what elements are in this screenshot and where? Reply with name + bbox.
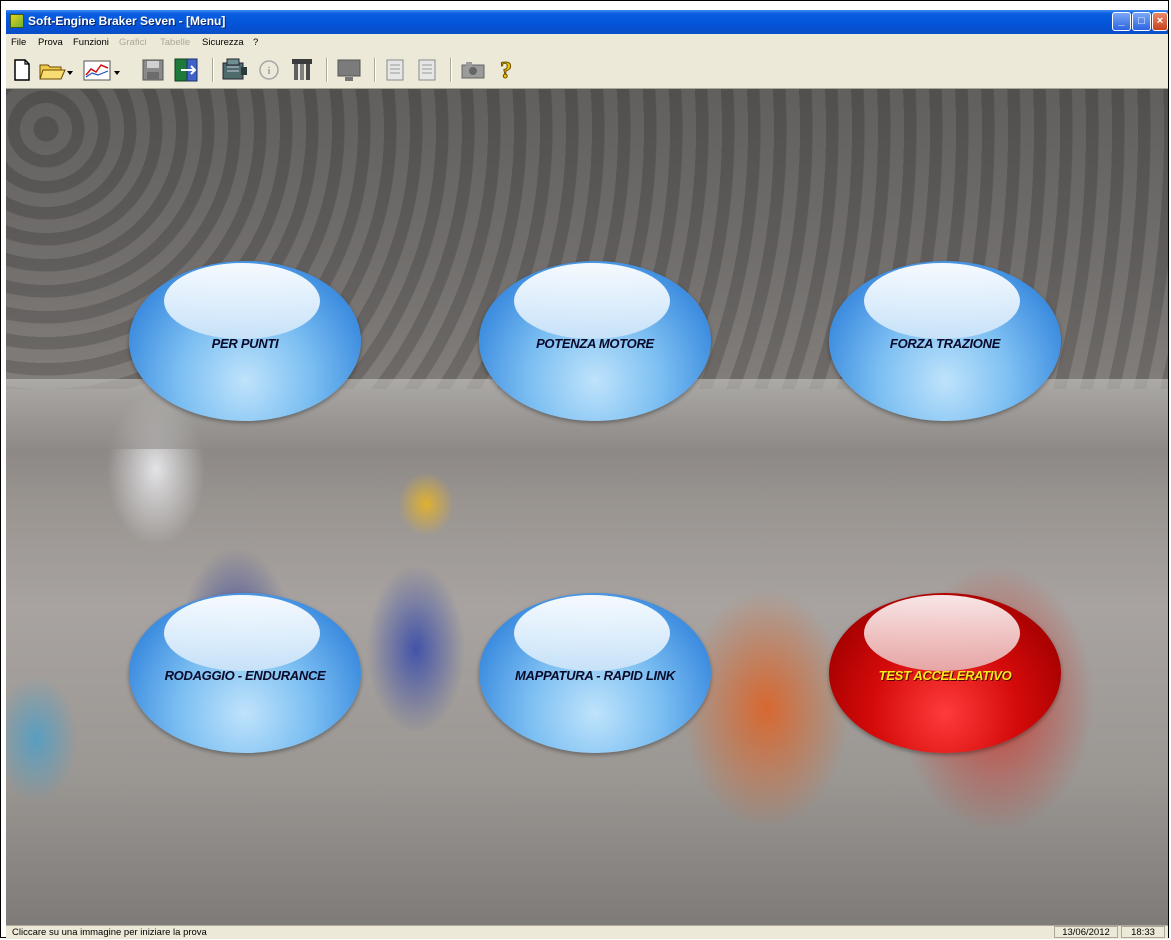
save-disk-icon[interactable] <box>140 57 166 83</box>
button-shine <box>514 595 670 671</box>
status-bar: Cliccare su una immagine per iniziare la… <box>6 925 1168 939</box>
potenza-motore-label: POTENZA MOTORE <box>536 335 654 351</box>
button-shine <box>514 263 670 339</box>
menu-file[interactable]: File <box>11 37 26 48</box>
svg-text:i: i <box>267 65 270 77</box>
button-shine <box>164 595 320 671</box>
menu-help[interactable]: ? <box>253 37 258 48</box>
per-punti-label: PER PUNTI <box>211 335 279 351</box>
status-time: 18:33 <box>1121 926 1165 938</box>
info-icon[interactable]: i <box>256 57 282 83</box>
test-accelerativo-label: TEST ACCELERATIVO <box>878 667 1012 683</box>
button-shine <box>864 595 1020 671</box>
camera-icon[interactable] <box>458 57 488 83</box>
button-shine <box>164 263 320 339</box>
monitor-icon[interactable] <box>334 57 364 83</box>
new-document-icon[interactable] <box>10 57 34 83</box>
svg-text:?: ? <box>500 58 512 83</box>
open-folder-icon[interactable] <box>38 57 74 83</box>
rodaggio-endurance-label: RODAGGIO - ENDURANCE <box>164 667 326 683</box>
menu-bar: File Prova Funzioni Grafici Tabelle Sicu… <box>6 34 1168 51</box>
test-accelerativo-button[interactable]: TEST ACCELERATIVO <box>829 593 1061 753</box>
mappatura-rapid-link-label: MAPPATURA - RAPID LINK <box>515 667 675 683</box>
status-message: Cliccare su una immagine per iniziare la… <box>12 927 207 938</box>
status-date: 13/06/2012 <box>1054 926 1118 938</box>
mappatura-rapid-link-button[interactable]: MAPPATURA - RAPID LINK <box>479 593 711 753</box>
menu-funzioni[interactable]: Funzioni <box>73 37 109 48</box>
maximize-button[interactable]: □ <box>1132 12 1151 31</box>
close-button[interactable]: × <box>1152 12 1168 31</box>
menu-sicurezza[interactable]: Sicurezza <box>202 37 244 48</box>
minimize-button[interactable]: _ <box>1112 12 1131 31</box>
menu-prova[interactable]: Prova <box>38 37 63 48</box>
menu-grafici: Grafici <box>119 37 147 48</box>
rodaggio-endurance-button[interactable]: RODAGGIO - ENDURANCE <box>129 593 361 753</box>
per-punti-button[interactable]: PER PUNTI <box>129 261 361 421</box>
title-bar[interactable]: Soft-Engine Braker Seven - [Menu] _ □ × <box>6 10 1168 34</box>
button-shine <box>864 263 1020 339</box>
toolbar: i ? <box>6 51 1168 89</box>
exit-icon[interactable] <box>172 57 202 83</box>
forza-trazione-button[interactable]: FORZA TRAZIONE <box>829 261 1061 421</box>
report2-icon[interactable] <box>414 57 440 83</box>
settings-icon[interactable] <box>288 57 316 83</box>
report-icon[interactable] <box>382 57 408 83</box>
graph-icon[interactable] <box>82 57 122 83</box>
engine-icon[interactable] <box>220 57 250 83</box>
background-photo: PER PUNTI POTENZA MOTORE FORZA TRAZIONE … <box>6 89 1168 925</box>
potenza-motore-button[interactable]: POTENZA MOTORE <box>479 261 711 421</box>
app-icon <box>10 14 24 28</box>
window-title: Soft-Engine Braker Seven - [Menu] <box>28 14 226 28</box>
menu-tabelle: Tabelle <box>160 37 191 48</box>
help-icon[interactable]: ? <box>494 57 518 84</box>
forza-trazione-label: FORZA TRAZIONE <box>889 335 1001 351</box>
